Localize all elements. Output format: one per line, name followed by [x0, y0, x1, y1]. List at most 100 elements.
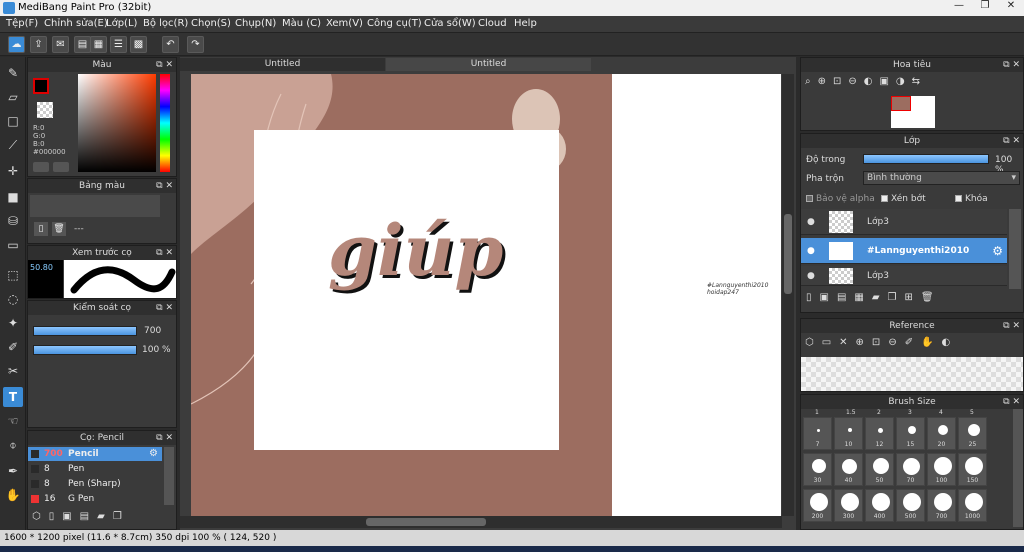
color-mode-button[interactable] — [33, 162, 49, 172]
brush-opacity-slider[interactable] — [33, 345, 137, 355]
brush-size-cell[interactable]: 12 — [865, 417, 894, 450]
layer-row-selected[interactable]: ● #Lannguyenthi2010 ⚙ — [801, 238, 1007, 264]
select-eraser-icon[interactable]: ✂ — [3, 361, 23, 381]
panel-controls[interactable]: ⧉ ✕ — [156, 58, 173, 72]
menu-tools[interactable]: Công cụ(T) — [367, 18, 422, 29]
layer-row[interactable]: ● Lớp3 — [801, 266, 1007, 286]
gear-icon[interactable]: ⚙ — [149, 447, 158, 461]
blend-mode-select[interactable]: Bình thường ▾ — [863, 171, 1020, 185]
dropper-tool-icon[interactable]: ✒ — [3, 461, 23, 481]
brush-size-cell[interactable]: 30 — [803, 453, 832, 486]
menu-cloud[interactable]: Cloud — [478, 18, 507, 29]
brush-size-cell[interactable]: 15 — [896, 417, 925, 450]
navigator-toolbar[interactable]: ⌕⊕⊡⊖◐▣◑⇆ — [805, 76, 1011, 92]
select-pen-icon[interactable]: ✐ — [3, 337, 23, 357]
brush-item-pen-sharp[interactable]: 8 Pen (Sharp) — [28, 477, 162, 491]
eye-icon[interactable]: ● — [807, 217, 815, 227]
foreground-color-swatch[interactable] — [33, 78, 49, 94]
palette-swatches[interactable] — [30, 195, 160, 217]
menu-layer[interactable]: Lớp(L) — [106, 18, 137, 29]
gear-icon[interactable]: ⚙ — [992, 244, 1003, 258]
brush-size-cell[interactable]: 70 — [896, 453, 925, 486]
operation-tool-icon[interactable]: ☜ — [3, 411, 23, 431]
saturation-value-picker[interactable] — [78, 74, 156, 172]
line-tool-icon[interactable]: ⟋ — [3, 135, 23, 155]
canvas[interactable]: giúp #Lannguyenthi2010 hoidap247 — [191, 74, 781, 516]
clip-checkbox[interactable]: Xén bớt — [881, 194, 926, 204]
brush-tool-icon[interactable]: ✎ — [3, 63, 23, 83]
vertical-scrollbar[interactable] — [782, 74, 794, 516]
menu-file[interactable]: Tệp(F) — [6, 18, 38, 29]
undo-icon[interactable]: ↶ — [162, 36, 179, 53]
brush-item-pen[interactable]: 8 Pen — [28, 462, 162, 476]
horizontal-scrollbar[interactable] — [180, 516, 782, 528]
reference-toolbar[interactable]: ⬡▭✕⊕⊡⊖✐✋◐ — [805, 337, 1019, 353]
menu-window[interactable]: Cửa sổ(W) — [424, 18, 476, 29]
brush-size-cell[interactable]: 300 — [834, 489, 863, 522]
brush-size-cell[interactable]: 400 — [865, 489, 894, 522]
eye-icon[interactable]: ● — [807, 271, 815, 281]
layer-actions-toolbar[interactable]: ▯▣▤▦▰❐⊞🗑 — [806, 292, 1020, 308]
bucket-tool-icon[interactable]: ⛁ — [3, 211, 23, 231]
rectangle-tool-icon[interactable]: □ — [3, 111, 23, 131]
share-icon[interactable]: ⇪ — [30, 36, 47, 53]
lock-checkbox[interactable]: Khóa — [955, 194, 988, 204]
page-icon[interactable]: ▤ — [74, 36, 91, 53]
tab-untitled-2[interactable]: Untitled — [386, 58, 591, 71]
tab-untitled-1[interactable]: Untitled — [180, 58, 385, 71]
grid-icon[interactable]: ▩ — [130, 36, 147, 53]
select-rect-icon[interactable]: ⬚ — [3, 265, 23, 285]
redo-icon[interactable]: ↷ — [187, 36, 204, 53]
move-tool-icon[interactable]: ✛ — [3, 161, 23, 181]
canvas-text[interactable]: giúp — [328, 216, 503, 286]
eye-icon[interactable]: ● — [807, 246, 815, 256]
brush-size-value[interactable]: 700 — [144, 326, 161, 336]
text-tool-icon[interactable]: T — [3, 387, 23, 407]
brush-size-cell[interactable]: 1000 — [958, 489, 987, 522]
brush-size-slider[interactable] — [33, 326, 137, 336]
brush-size-cell[interactable]: 7 — [803, 417, 832, 450]
protect-alpha-checkbox[interactable]: Bảo vệ alpha — [806, 194, 875, 204]
menu-help[interactable]: Help — [514, 18, 537, 29]
brush-item-pencil[interactable]: 700 Pencil ⚙ — [28, 447, 162, 461]
menu-snap[interactable]: Chụp(N) — [235, 18, 276, 29]
brush-size-cell[interactable]: 25 — [958, 417, 987, 450]
new-palette-icon[interactable]: ▯ — [34, 222, 48, 236]
menu-select[interactable]: Chọn(S) — [191, 18, 231, 29]
hue-slider[interactable] — [160, 74, 170, 172]
layer-scrollbar[interactable] — [1009, 209, 1021, 289]
brush-size-cell[interactable]: 700 — [927, 489, 956, 522]
document-icon[interactable]: ▦ — [90, 36, 107, 53]
close-button[interactable]: ✕ — [998, 0, 1024, 14]
brush-opacity-value[interactable]: 100 % — [142, 345, 171, 355]
list-icon[interactable]: ☰ — [110, 36, 127, 53]
brush-size-cell[interactable]: 10 — [834, 417, 863, 450]
brush-size-cell[interactable]: 50 — [865, 453, 894, 486]
brush-size-cell[interactable]: 150 — [958, 453, 987, 486]
brush-item-g-pen[interactable]: 16 G Pen — [28, 492, 162, 506]
eraser-tool-icon[interactable]: ▱ — [3, 87, 23, 107]
hand-tool-icon[interactable]: ✋ — [3, 485, 23, 505]
menu-color[interactable]: Màu (C) — [282, 18, 321, 29]
magic-wand-icon[interactable]: ✦ — [3, 313, 23, 333]
delete-palette-icon[interactable]: 🗑 — [52, 222, 66, 236]
menu-filter[interactable]: Bộ lọc(R) — [143, 18, 188, 29]
brush-list-actions[interactable]: ⬡▯▣▤▰❐ — [32, 511, 172, 527]
brush-size-cell[interactable]: 100 — [927, 453, 956, 486]
background-color-swatch[interactable] — [37, 102, 53, 118]
layer-row[interactable]: ● Lớp3 — [801, 209, 1007, 235]
brush-size-scrollbar[interactable] — [1013, 409, 1023, 527]
brush-list-scrollbar[interactable] — [164, 447, 174, 505]
menu-view[interactable]: Xem(V) — [326, 18, 363, 29]
minimize-button[interactable]: — — [946, 0, 972, 14]
brush-size-cell[interactable]: 500 — [896, 489, 925, 522]
menu-edit[interactable]: Chỉnh sửa(E) — [44, 18, 108, 29]
color-swap-button[interactable] — [53, 162, 69, 172]
brush-size-cell[interactable]: 40 — [834, 453, 863, 486]
fill-rect-tool-icon[interactable]: ■ — [3, 187, 23, 207]
eyedropper-tool-icon[interactable]: ⌽ — [3, 435, 23, 455]
maximize-button[interactable]: ❐ — [972, 0, 998, 14]
cloud-icon[interactable]: ☁ — [8, 36, 25, 53]
brush-size-cell[interactable]: 200 — [803, 489, 832, 522]
lasso-tool-icon[interactable]: ◌ — [3, 289, 23, 309]
